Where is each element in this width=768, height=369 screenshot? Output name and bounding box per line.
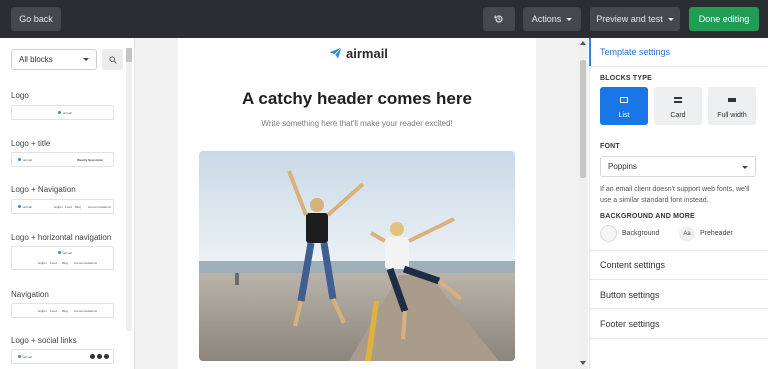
thumb-logo-text: airmail: [23, 158, 32, 162]
font-heading: FONT: [600, 143, 620, 150]
button-settings-header[interactable]: Button settings: [600, 290, 660, 300]
canvas-scrollbar-thumb[interactable]: [580, 60, 586, 178]
thumb-nav-item: Accommodations: [74, 309, 98, 313]
block-type-full-width[interactable]: Full width: [708, 87, 756, 125]
email-headline[interactable]: A catchy header comes here: [178, 89, 536, 109]
block-label-logo-title: Logo + title: [11, 139, 51, 148]
social-icon: [104, 354, 109, 359]
block-thumb-navigation[interactable]: Higher Food Blog Accommodations: [11, 303, 114, 318]
email-logo[interactable]: airmail: [329, 45, 388, 61]
list-layout-icon: [620, 97, 628, 103]
go-back-button[interactable]: Go back: [11, 7, 61, 31]
social-icon: [97, 354, 102, 359]
email-logo-text: airmail: [346, 45, 388, 61]
block-thumb-logo-social-links[interactable]: airmail: [11, 349, 114, 364]
preheader-glyph: Aa: [683, 231, 691, 237]
done-label: Done editing: [698, 14, 750, 24]
scroll-down-icon[interactable]: [580, 361, 586, 365]
search-button[interactable]: [102, 49, 123, 70]
thumb-logo-text: airmail: [23, 205, 32, 209]
divider: [589, 279, 768, 280]
block-label-logo-navigation: Logo + Navigation: [11, 185, 76, 194]
background-heading: BACKGROUND AND MORE: [600, 213, 695, 220]
block-label-logo-social-links: Logo + social links: [11, 336, 77, 345]
block-type-label: Card: [670, 112, 686, 119]
block-thumb-logo-navigation[interactable]: airmail Higher Food Blog Accommodations: [11, 199, 114, 214]
block-label-logo: Logo: [11, 91, 29, 100]
thumb-logo-text: airmail: [63, 111, 72, 115]
preview-test-dropdown[interactable]: Preview and test: [590, 7, 680, 31]
history-button[interactable]: [483, 7, 515, 31]
chevron-down-icon: [742, 166, 748, 169]
chevron-down-icon: [667, 17, 674, 21]
block-thumb-logo[interactable]: airmail: [11, 105, 114, 120]
chevron-down-icon: [566, 17, 573, 21]
thumb-nav-item: Higher: [38, 261, 47, 265]
block-type-card[interactable]: Card: [654, 87, 702, 125]
left-scrollbar-thumb[interactable]: [126, 48, 132, 62]
thumb-nav-item: Food: [50, 261, 57, 265]
thumb-nav-item: Higher: [38, 309, 47, 313]
font-select[interactable]: Poppins: [600, 156, 756, 177]
preheader-label[interactable]: Preheader: [700, 230, 733, 237]
hero-photo-illustration: [199, 151, 515, 361]
thumb-nav-item: Blog: [62, 309, 69, 313]
logo-mark-icon: [18, 205, 21, 208]
thumb-nav-item: Blog: [75, 205, 82, 209]
hero-image[interactable]: [199, 151, 515, 361]
history-icon: [494, 15, 503, 23]
full-width-layout-icon: [728, 98, 736, 102]
block-thumb-logo-title[interactable]: airmail Weekly Newsletter: [11, 152, 114, 167]
divider: [589, 250, 768, 251]
thumb-nav-item: Accommodations: [74, 261, 98, 265]
chevron-down-icon: [83, 58, 89, 61]
font-fallback-note: If an email client doesn't support web f…: [600, 186, 750, 204]
logo-mark-icon: [18, 355, 21, 358]
background-color-swatch[interactable]: [600, 225, 617, 242]
paper-plane-icon: [329, 47, 342, 59]
email-subheadline[interactable]: Write something here that'll make your r…: [178, 119, 536, 128]
thumb-nav-item: Accommodations: [88, 205, 112, 209]
thumb-nav-item: Food: [65, 205, 72, 209]
actions-dropdown[interactable]: Actions: [523, 7, 581, 31]
logo-mark-icon: [58, 251, 61, 254]
thumb-title-text: Weekly Newsletter: [77, 158, 104, 162]
thumb-logo-text: airmail: [63, 251, 72, 255]
thumb-nav-item: Food: [50, 309, 57, 313]
block-label-navigation: Navigation: [11, 290, 49, 299]
thumb-nav-item: Higher: [54, 205, 63, 209]
divider: [589, 308, 768, 309]
blocks-type-heading: BLOCKS TYPE: [600, 75, 652, 82]
active-section-indicator: [589, 38, 591, 66]
logo-mark-icon: [58, 111, 61, 114]
block-thumb-logo-horizontal-navigation[interactable]: airmail Higher Food Blog Accommodations: [11, 246, 114, 270]
search-icon: [108, 55, 117, 64]
thumb-logo-text: airmail: [23, 355, 32, 359]
blocks-panel: All blocks Logo airmail Logo + title air…: [0, 38, 135, 369]
scroll-up-icon[interactable]: [580, 41, 586, 45]
block-type-label: List: [618, 112, 630, 119]
go-back-label: Go back: [19, 14, 53, 24]
social-icon: [90, 354, 95, 359]
block-type-label: Full width: [717, 112, 747, 119]
preview-label: Preview and test: [596, 14, 663, 24]
footer-settings-header[interactable]: Footer settings: [600, 319, 660, 329]
preheader-icon[interactable]: Aa: [679, 226, 695, 242]
card-layout-icon: [674, 97, 682, 103]
actions-label: Actions: [531, 14, 562, 24]
thumb-nav-item: Blog: [62, 261, 69, 265]
font-select-value: Poppins: [608, 162, 637, 171]
block-filter-value: All blocks: [19, 55, 53, 64]
divider: [589, 338, 768, 339]
left-scrollbar[interactable]: [126, 48, 132, 331]
template-settings-header[interactable]: Template settings: [600, 47, 670, 57]
background-label[interactable]: Background: [622, 230, 659, 237]
done-editing-button[interactable]: Done editing: [689, 7, 759, 31]
block-label-logo-horizontal-navigation: Logo + horizontal navigation: [11, 233, 112, 242]
divider: [589, 66, 768, 67]
content-settings-header[interactable]: Content settings: [600, 260, 665, 270]
logo-mark-icon: [18, 158, 21, 161]
block-filter-select[interactable]: All blocks: [11, 49, 97, 70]
block-type-list[interactable]: List: [600, 87, 648, 125]
